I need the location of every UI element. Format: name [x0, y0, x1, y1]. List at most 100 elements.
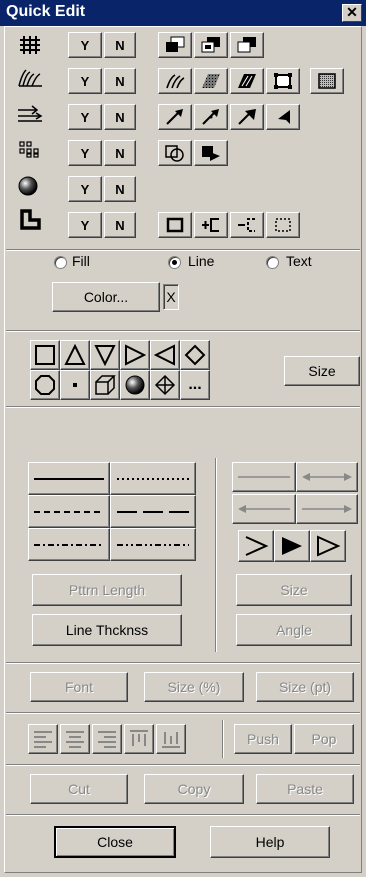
align-right-icon	[98, 731, 116, 748]
arrow-start-button[interactable]	[232, 494, 296, 524]
fill-radio[interactable]	[54, 256, 67, 269]
shape-octagon-button[interactable]	[30, 370, 60, 400]
hatch-curve-button[interactable]	[158, 68, 192, 94]
shape-sphere-button[interactable]	[120, 370, 150, 400]
shape-triangle-left-button[interactable]	[150, 340, 180, 370]
hatch-box-button[interactable]	[266, 68, 300, 94]
align-left-button[interactable]	[28, 724, 58, 754]
frame-box-button[interactable]	[158, 212, 192, 238]
hatch-yes-button[interactable]: Y	[68, 68, 102, 94]
diamond-icon	[184, 344, 206, 366]
dense-hatch-icon	[202, 74, 220, 88]
shape-combine-button[interactable]	[158, 140, 192, 166]
double-arrow-icon	[302, 473, 352, 481]
arrowhead-hollow-button[interactable]	[310, 530, 346, 562]
line-pattern-dash-dot-button[interactable]	[28, 528, 110, 561]
arrow-style-2-button[interactable]	[194, 104, 228, 130]
grid-icon	[18, 34, 42, 56]
line-pattern-long-dash-button[interactable]	[110, 495, 196, 528]
font-button[interactable]: Font	[30, 672, 128, 702]
sphere-icon	[125, 375, 145, 395]
bring-forward-button[interactable]	[194, 32, 228, 58]
shape-cube-button[interactable]	[90, 370, 120, 400]
arrow-lines-icon	[16, 104, 44, 124]
triangle-right-icon	[125, 344, 146, 366]
open-arrowhead-icon	[245, 536, 269, 556]
align-right-button[interactable]	[92, 724, 122, 754]
line-pattern-dotted-button[interactable]	[110, 462, 196, 495]
arrow-end-button[interactable]	[296, 494, 358, 524]
square-icon	[35, 345, 55, 365]
arrows-no-button[interactable]: N	[104, 104, 136, 130]
hatch-diagonal-button[interactable]	[230, 68, 264, 94]
bring-to-front-icon	[166, 36, 185, 52]
align-top-button[interactable]	[124, 724, 154, 754]
help-button[interactable]: Help	[210, 826, 330, 858]
text-radio[interactable]	[266, 256, 279, 269]
frame-remove-button[interactable]	[230, 212, 264, 238]
frame-no-button[interactable]: N	[104, 212, 136, 238]
grid-no-button[interactable]: N	[104, 32, 136, 58]
arrow-none-button[interactable]	[232, 462, 296, 492]
align-bottom-button[interactable]	[156, 724, 186, 754]
long-dash-line-icon	[117, 510, 189, 513]
crosshair-diamond-icon	[154, 374, 176, 396]
color-clear-button[interactable]: X	[163, 284, 179, 310]
line-pattern-solid-button[interactable]	[28, 462, 110, 495]
pattern-yes-button[interactable]: Y	[68, 140, 102, 166]
hatch-fill-button[interactable]	[194, 68, 228, 94]
bring-to-front-button[interactable]	[158, 32, 192, 58]
shape-crosshair-button[interactable]	[150, 370, 180, 400]
filled-arrowhead-icon	[282, 537, 302, 555]
arrow-style-3-button[interactable]	[230, 104, 264, 130]
octagon-icon	[35, 375, 55, 395]
shape-size-button[interactable]: Size	[284, 356, 360, 386]
arrow-style-1-button[interactable]	[158, 104, 192, 130]
send-backward-button[interactable]	[230, 32, 264, 58]
line-thickness-button[interactable]: Line Thcknss	[32, 614, 182, 646]
frame-dotted-button[interactable]	[266, 212, 300, 238]
hatch-no-button[interactable]: N	[104, 68, 136, 94]
close-window-button[interactable]: ✕	[342, 4, 362, 22]
pattern-no-button[interactable]: N	[104, 140, 136, 166]
copy-button[interactable]: Copy	[144, 774, 244, 804]
color-button[interactable]: Color...	[52, 282, 160, 312]
grid-yes-button[interactable]: Y	[68, 32, 102, 58]
shape-triangle-right-button[interactable]	[120, 340, 150, 370]
line-pattern-dash-dot-dot-button[interactable]	[110, 528, 196, 561]
frame-yes-button[interactable]: Y	[68, 212, 102, 238]
arrows-yes-button[interactable]: Y	[68, 104, 102, 130]
shape-square-button[interactable]	[30, 340, 60, 370]
close-button[interactable]: Close	[54, 826, 176, 858]
shading-yes-button[interactable]: Y	[68, 176, 102, 202]
pattern-length-button[interactable]: Pttrn Length	[32, 574, 182, 606]
line-radio[interactable]	[168, 256, 181, 269]
arrowhead-open-button[interactable]	[238, 530, 274, 562]
arrowhead-filled-button[interactable]	[274, 530, 310, 562]
push-button[interactable]: Push	[234, 724, 292, 754]
align-center-button[interactable]	[60, 724, 90, 754]
shaded-sphere-icon	[17, 175, 39, 197]
arrow-size-button[interactable]: Size	[236, 574, 352, 606]
hatch-dots-button[interactable]	[310, 68, 344, 94]
arrow-both-button[interactable]	[296, 462, 358, 492]
shading-no-button[interactable]: N	[104, 176, 136, 202]
line-pattern-dashed-button[interactable]	[28, 495, 110, 528]
align-top-icon	[130, 730, 148, 746]
shape-fill-button[interactable]	[194, 140, 228, 166]
font-size-percent-button[interactable]: Size (%)	[144, 672, 244, 702]
shape-triangle-down-button[interactable]	[90, 340, 120, 370]
arrow-style-4-button[interactable]	[266, 104, 300, 130]
frame-add-button[interactable]	[194, 212, 228, 238]
hatch-pattern-icon	[16, 66, 44, 90]
shape-triangle-button[interactable]	[60, 340, 90, 370]
cut-button[interactable]: Cut	[30, 774, 128, 804]
font-size-pt-button[interactable]: Size (pt)	[256, 672, 354, 702]
paste-button[interactable]: Paste	[256, 774, 354, 804]
more-shapes-button[interactable]: ...	[180, 370, 210, 400]
shape-point-button[interactable]	[60, 370, 90, 400]
shape-diamond-button[interactable]	[180, 340, 210, 370]
arrow-angle-button[interactable]: Angle	[236, 614, 352, 646]
divider	[6, 249, 360, 251]
pop-button[interactable]: Pop	[294, 724, 354, 754]
